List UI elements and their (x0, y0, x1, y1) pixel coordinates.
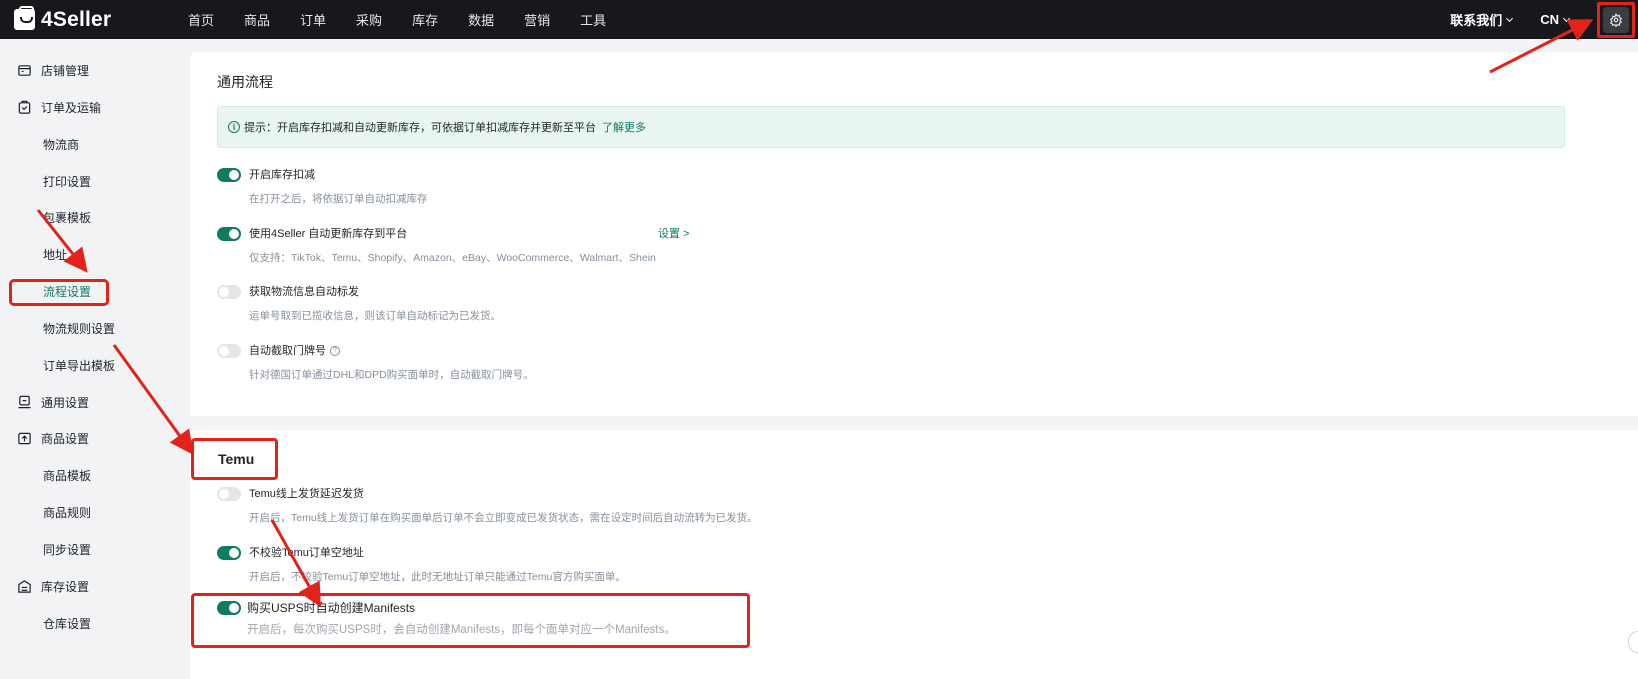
sidebar-item-label: 库存设置 (41, 579, 90, 594)
chevron-down-icon (1562, 14, 1571, 22)
contact-us-label: 联系我们 (1450, 13, 1503, 28)
gear-icon (1609, 12, 1623, 27)
contact-us-dropdown[interactable]: 联系我们 (1450, 10, 1514, 29)
setting-label: 不校验Temu订单空地址 (249, 547, 364, 559)
setting-label: 使用4Seller 自动更新库存到平台 (249, 228, 408, 240)
settings-icon (18, 395, 31, 408)
toggle-knob (229, 548, 239, 558)
toggle-knob (219, 489, 229, 499)
nav-marketing[interactable]: 营销 (524, 10, 550, 29)
temu-highlight-box (191, 438, 278, 480)
nav-home[interactable]: 首页 (188, 10, 214, 29)
temu-skip-empty-address-toggle[interactable] (217, 546, 241, 560)
toggle-knob (219, 346, 229, 356)
sidebar-item-label: 订单导出模板 (43, 358, 116, 373)
nav-products[interactable]: 商品 (244, 10, 270, 29)
language-label: CN (1540, 12, 1559, 27)
order-icon (18, 100, 31, 114)
sidebar-item-label: 地址 (43, 247, 68, 262)
auto-mark-shipped-toggle[interactable] (217, 285, 241, 299)
setting-label: Temu线上发货延迟发货 (249, 488, 364, 500)
nav-orders[interactable]: 订单 (300, 10, 326, 29)
settings-link[interactable]: 设置 > (658, 227, 689, 241)
setting-description: 针对德国订单通过DHL和DPD购买面单时，自动截取门牌号。 (249, 369, 534, 381)
setting-description: 开启后，不校验Temu订单空地址，此时无地址订单只能通过Temu官方购买面单。 (249, 571, 626, 583)
sidebar-item-product-rules[interactable]: 商品规则 (43, 501, 91, 523)
sidebar-item-logistics-rules[interactable]: 物流规则设置 (43, 317, 115, 339)
active-item-highlight-box (9, 279, 109, 306)
logo[interactable]: 4Seller (14, 6, 174, 32)
settings-button[interactable] (1603, 6, 1629, 33)
toggle-knob (229, 170, 239, 180)
general-process-panel: 通用流程 i 提示：开启库存扣减和自动更新库存，可依据订单扣减库存并更新至平台 … (190, 52, 1638, 416)
bag-logo-icon (14, 6, 35, 30)
setting-description: 运单号取到已揽收信息，则该订单自动标记为已发货。 (249, 310, 501, 322)
sidebar-item-label: 店铺管理 (41, 63, 90, 78)
alert-text: 提示：开启库存扣减和自动更新库存，可依据订单扣减库存并更新至平台 (244, 122, 596, 134)
sidebar-item-label: 同步设置 (43, 542, 92, 557)
top-navigation-bar: 4Seller 首页 商品 订单 采购 库存 数据 营销 工具 联系我们 CN (0, 0, 1638, 39)
sidebar-item-label: 订单及运输 (41, 100, 102, 115)
nav-tools[interactable]: 工具 (580, 10, 606, 29)
sidebar-item-label: 通用设置 (41, 395, 90, 410)
sidebar-item-inventory-settings[interactable]: 库存设置 (17, 575, 89, 597)
settings-highlight-box (1597, 1, 1635, 38)
sidebar-item-order-export-templates[interactable]: 订单导出模板 (43, 354, 115, 376)
toggle-knob (219, 287, 229, 297)
setting-description: 开启后，Temu线上发货订单在购买面单后订单不会立即变成已发货状态，需在设定时间… (249, 512, 758, 524)
setting-description: 在打开之后，将依据订单自动扣减库存 (249, 193, 428, 205)
help-icon[interactable]: ? (330, 346, 340, 357)
sidebar-item-sync-settings[interactable]: 同步设置 (43, 538, 91, 560)
nav-inventory[interactable]: 库存 (412, 10, 438, 29)
product-icon (18, 432, 31, 444)
sidebar-item-label: 打印设置 (43, 174, 92, 189)
info-icon: i (228, 121, 240, 133)
sidebar-item-label: 物流规则设置 (43, 321, 116, 336)
info-alert: i 提示：开启库存扣减和自动更新库存，可依据订单扣减库存并更新至平台 了解更多 (217, 106, 1565, 148)
setting-description: 仅支持：TikTok、Temu、Shopify、Amazon、eBay、WooC… (249, 252, 656, 264)
auto-house-number-toggle[interactable] (217, 344, 241, 358)
sidebar-item-address[interactable]: 地址 (43, 243, 67, 265)
nav-data[interactable]: 数据 (468, 10, 494, 29)
sidebar-item-general-settings[interactable]: 通用设置 (17, 391, 89, 413)
section-title: 通用流程 (217, 74, 273, 90)
sidebar-item-label: 包裹模板 (43, 210, 92, 225)
sidebar-item-carriers[interactable]: 物流商 (43, 133, 79, 155)
sidebar-item-label: 商品模板 (43, 468, 92, 483)
toggle-knob (229, 229, 239, 239)
chevron-down-icon (1506, 14, 1514, 22)
auto-update-inventory-toggle[interactable] (217, 227, 241, 241)
sidebar-item-store-management[interactable]: 店铺管理 (17, 59, 89, 81)
setting-label-text: 自动截取门牌号 (249, 345, 326, 357)
sidebar-item-warehouse-settings[interactable]: 仓库设置 (43, 612, 91, 634)
sidebar-item-product-settings[interactable]: 商品设置 (17, 427, 89, 449)
sidebar-item-orders-shipping[interactable]: 订单及运输 (17, 96, 101, 118)
main-nav: 首页 商品 订单 采购 库存 数据 营销 工具 (188, 10, 636, 29)
sidebar-item-print-settings[interactable]: 打印设置 (43, 170, 91, 192)
inventory-deduction-toggle[interactable] (217, 168, 241, 182)
nav-purchasing[interactable]: 采购 (356, 10, 382, 29)
learn-more-link[interactable]: 了解更多 (602, 119, 646, 135)
top-right-actions: 联系我们 CN (1450, 0, 1638, 39)
inventory-icon (18, 579, 31, 593)
sidebar-item-label: 商品规则 (43, 505, 92, 520)
setting-label: 开启库存扣减 (249, 169, 315, 181)
store-icon (18, 64, 31, 76)
setting-label: 获取物流信息自动标发 (249, 286, 359, 298)
language-dropdown[interactable]: CN (1540, 12, 1571, 27)
settings-sidebar: 店铺管理 订单及运输 物流商 打印设置 包裹模板 地址 流程设置 物流规则设置 … (0, 39, 190, 679)
temu-delay-shipping-toggle[interactable] (217, 487, 241, 501)
sidebar-item-package-templates[interactable]: 包裹模板 (43, 206, 91, 228)
sidebar-item-label: 物流商 (43, 137, 80, 152)
sidebar-item-product-templates[interactable]: 商品模板 (43, 464, 91, 486)
usps-setting-highlight-box (191, 593, 750, 648)
sidebar-item-label: 仓库设置 (43, 616, 92, 631)
sidebar-item-label: 商品设置 (41, 431, 90, 446)
logo-text: 4Seller (41, 7, 112, 31)
setting-label: 自动截取门牌号? (249, 344, 340, 358)
